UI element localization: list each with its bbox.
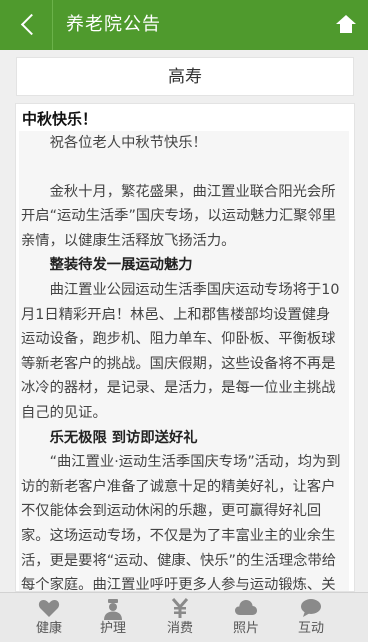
greeting-paragraph: 祝各位老人中秋节快乐！ [49,135,207,151]
app-header: 养老院公告 [0,0,368,50]
bottom-nav: 健康 护理 消费 照片 互动 [0,592,368,642]
nav-label: 照片 [232,621,259,636]
announcement-body: 祝各位老人中秋节快乐！ 金秋十月，繁花盛果，曲江置业联合阳光会所开启“运动生活季… [19,131,349,592]
nav-item-photos[interactable]: 照片 [211,593,281,642]
nav-label: 消费 [166,621,193,636]
yen-icon [171,598,189,618]
announcement-article[interactable]: 中秋快乐！ 祝各位老人中秋节快乐！ 金秋十月，繁花盛果，曲江置业联合阳光会所开启… [15,103,355,592]
back-arrow-icon[interactable] [0,0,52,50]
page-title: 养老院公告 [66,14,161,35]
nav-label: 健康 [35,621,62,636]
chat-bubble-icon [301,599,321,617]
nav-label: 互动 [297,621,324,636]
body-paragraph: “曲江置业·运动生活季国庆专场”活动，均为到访的新老客户准备了诚意十足的精美好礼… [21,454,341,592]
intro-paragraph: 金秋十月，繁花盛果，曲江置业联合阳光会所开启“运动生活季”国庆专场，以运动魅力汇… [21,183,337,249]
body-paragraph: 曲江置业公园运动生活季国庆运动专场将于10月1日精彩开启！林邑、上和郡售楼部均设… [21,281,340,421]
header-divider [52,0,53,50]
nurse-icon [104,599,122,620]
section-heading: 整装待发一展运动魅力 [49,257,193,274]
announcement-title: 中秋快乐！ [22,110,98,128]
nav-item-consumption[interactable]: 消费 [145,593,215,642]
resident-name: 高寿 [16,57,354,96]
nav-item-nursing[interactable]: 护理 [78,593,148,642]
nav-label: 护理 [99,621,126,636]
heart-icon [38,600,60,617]
nav-item-health[interactable]: 健康 [14,593,84,642]
home-icon[interactable] [332,11,360,39]
section-heading: 乐无极限 到访即送好礼 [49,429,198,446]
cloud-icon [235,600,257,615]
nav-item-interaction[interactable]: 互动 [276,593,346,642]
